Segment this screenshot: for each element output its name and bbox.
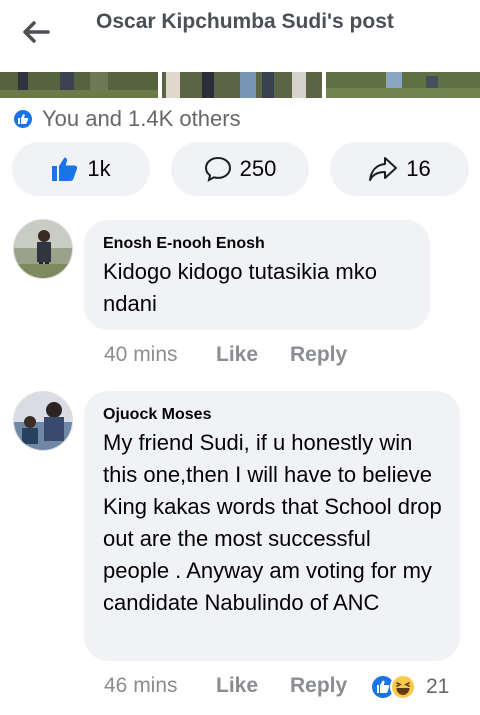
comment-icon [204, 156, 232, 182]
share-count: 16 [406, 156, 431, 181]
comment-count: 250 [239, 156, 277, 181]
post-photo-1[interactable] [0, 72, 158, 98]
post-photo-2[interactable] [162, 72, 322, 98]
comment-reactions[interactable]: 21 [370, 674, 449, 700]
like-count: 1k [87, 156, 111, 181]
post-photo-3[interactable] [326, 72, 480, 98]
comment-button[interactable]: 250 [171, 142, 309, 196]
comment-meta: 40 mins Like Reply [104, 343, 347, 367]
post-image-strip[interactable] [0, 72, 480, 98]
comment-time: 40 mins [104, 343, 178, 366]
share-icon [368, 156, 398, 182]
comment-reaction-count: 21 [426, 675, 450, 698]
reactions-summary[interactable]: You and 1.4K others [12, 106, 241, 132]
comment-time: 46 mins [104, 674, 178, 697]
thumbs-up-icon [51, 156, 79, 182]
comment-bubble[interactable]: Ojuock Moses My friend Sudi, if u honest… [84, 391, 460, 661]
comment-reply-button[interactable]: Reply [290, 674, 347, 698]
share-button[interactable]: 16 [330, 142, 469, 196]
like-button[interactable]: 1k [12, 142, 150, 196]
reactions-text: You and 1.4K others [42, 106, 241, 131]
comment-text: Kidogo kidogo tutasikia mko ndani [103, 259, 377, 316]
avatar[interactable] [13, 219, 73, 279]
haha-icon [390, 674, 416, 700]
comment-reply-button[interactable]: Reply [290, 343, 347, 367]
page-title: Oscar Kipchumba Sudi's post [96, 10, 394, 33]
comment-like-button[interactable]: Like [216, 674, 290, 698]
comment-like-button[interactable]: Like [216, 343, 290, 367]
avatar[interactable] [13, 391, 73, 451]
comment-bubble[interactable]: Enosh E-nooh Enosh Kidogo kidogo tutasik… [84, 220, 430, 330]
comment-text: My friend Sudi, if u honestly win this o… [103, 430, 442, 615]
back-arrow-icon[interactable] [22, 20, 50, 44]
comment-author[interactable]: Ojuock Moses [103, 405, 442, 425]
comment-author[interactable]: Enosh E-nooh Enosh [103, 234, 412, 254]
top-bar: Oscar Kipchumba Sudi's post [0, 0, 480, 72]
like-reaction-icon [12, 108, 34, 130]
comment-meta: 46 mins Like Reply [104, 674, 347, 698]
